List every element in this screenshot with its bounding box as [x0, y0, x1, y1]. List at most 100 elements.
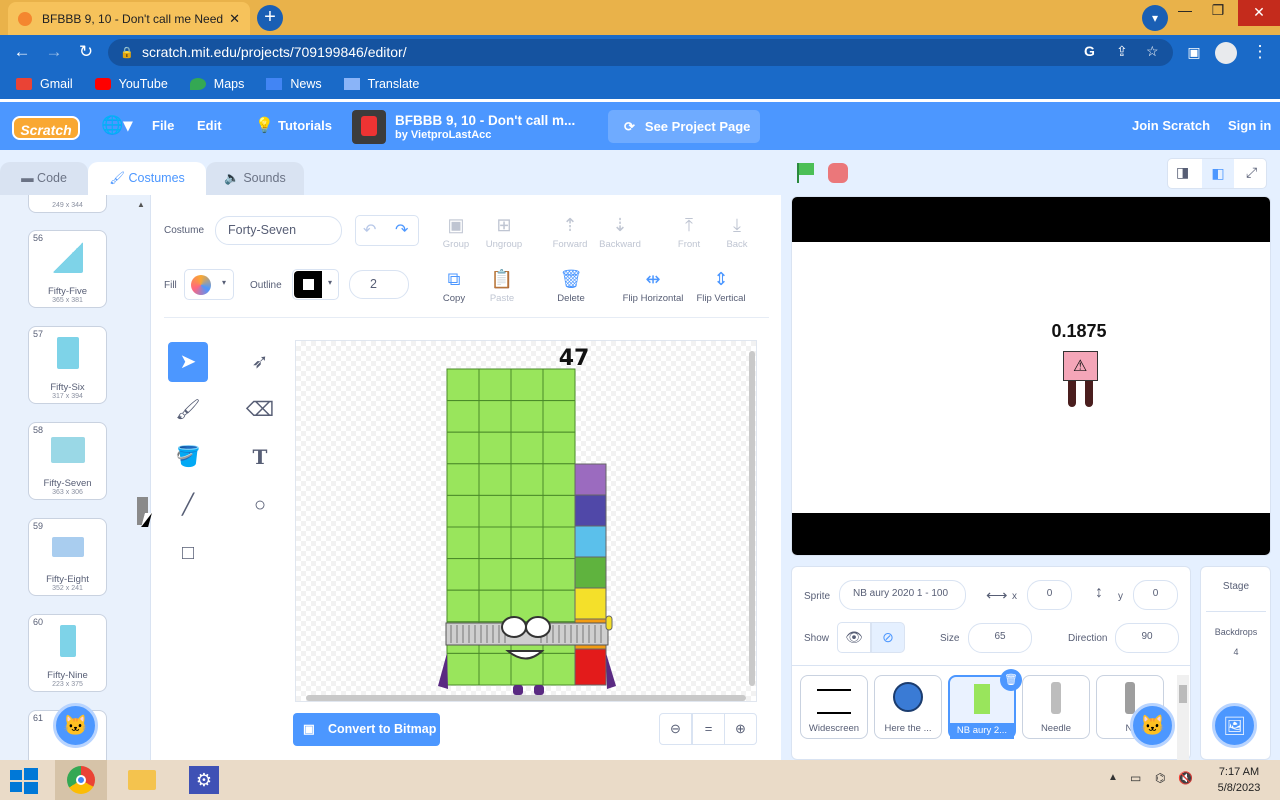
costume-item[interactable]: 60 Fifty-Nine 223 x 375	[28, 614, 107, 692]
edit-menu[interactable]: Edit	[197, 118, 222, 133]
sprite-list-scrollbar[interactable]	[1177, 675, 1189, 761]
sprite-tile[interactable]: Needle	[1022, 675, 1090, 739]
bookmark-translate[interactable]: Translate	[343, 77, 419, 91]
profile-avatar[interactable]	[1215, 42, 1237, 64]
join-scratch-link[interactable]: Join Scratch	[1132, 118, 1210, 133]
sprite-tile[interactable]: Here the ...	[874, 675, 942, 739]
close-tab-icon[interactable]: ✕	[229, 11, 240, 27]
costume-item[interactable]: 59 Fifty-Eight 352 x 241	[28, 518, 107, 596]
ungroup-button[interactable]: ⊞ Ungroup	[476, 213, 532, 250]
sign-in-link[interactable]: Sign in	[1228, 118, 1271, 133]
stage-canvas[interactable]: 0.1875 ⚠	[791, 196, 1271, 556]
select-tool[interactable]: ➤	[168, 342, 208, 382]
paste-button[interactable]: 📋 Paste	[474, 267, 530, 304]
tab-costumes[interactable]: 🖌 Costumes	[88, 162, 206, 195]
see-project-page-button[interactable]: ⟳ See Project Page	[608, 110, 760, 143]
minimize-button[interactable]: —	[1170, 2, 1200, 22]
outline-color-picker[interactable]: ▾	[292, 269, 339, 300]
convert-to-bitmap-button[interactable]: ▣ Convert to Bitmap	[293, 713, 440, 746]
hide-eye-icon[interactable]: ⊘	[871, 622, 905, 653]
redo-icon[interactable]: ↷	[395, 220, 408, 240]
bookmark-gmail[interactable]: Gmail	[16, 77, 73, 91]
browser-menu-icon[interactable]: ⋮	[1250, 43, 1270, 61]
sprite-tile[interactable]: Widescreen	[800, 675, 868, 739]
zoom-reset-button[interactable]: =	[692, 713, 725, 745]
size-input[interactable]: 65	[968, 623, 1032, 653]
restore-button[interactable]: ❐	[1203, 2, 1233, 22]
zoom-in-button[interactable]: ⊕	[724, 713, 757, 745]
costume-item[interactable]: 57 Fifty-Six 317 x 394	[28, 326, 107, 404]
rectangle-tool[interactable]: □	[168, 533, 208, 573]
delete-sprite-icon[interactable]: 🗑	[1000, 669, 1022, 691]
network-icon[interactable]: ▭	[1130, 771, 1141, 785]
clock-time[interactable]: 7:17 AM	[1204, 766, 1274, 778]
windows-start-icon[interactable]	[10, 768, 38, 794]
tab-search-button[interactable]: ▾	[1142, 5, 1168, 31]
mute-speaker-icon[interactable]: 🔇	[1178, 771, 1193, 785]
fullscreen-icon[interactable]: ⤢	[1246, 164, 1257, 181]
flip-horizontal-button[interactable]: ⇹ Flip Horizontal	[616, 267, 690, 304]
eraser-tool[interactable]: ⌫	[240, 390, 280, 430]
text-tool[interactable]: T	[240, 437, 280, 477]
chrome-taskbar-button[interactable]	[55, 760, 107, 800]
costume-item[interactable]: 56 Fifty-Five 365 x 381	[28, 230, 107, 308]
costume-name-input[interactable]: Forty-Seven	[215, 216, 342, 245]
choose-costume-button[interactable]: 🐱	[53, 703, 98, 748]
forward-button[interactable]: ⇡ Forward	[542, 213, 598, 250]
settings-taskbar-button[interactable]: ⚙	[178, 760, 230, 800]
choose-sprite-button[interactable]: 🐱	[1130, 703, 1175, 748]
flip-vertical-button[interactable]: ⇕ Flip Vertical	[690, 267, 752, 304]
circle-tool[interactable]: ○	[240, 485, 280, 525]
close-window-button[interactable]: ✕	[1238, 0, 1280, 26]
stop-icon[interactable]	[828, 163, 848, 183]
fill-color-picker[interactable]: ▾	[184, 269, 234, 300]
clock-date[interactable]: 5/8/2023	[1204, 782, 1274, 794]
sprite-name-input[interactable]: NB aury 2020 1 - 100	[839, 580, 966, 610]
costume-list-scrollbar[interactable]	[135, 195, 150, 760]
y-input[interactable]: 0	[1133, 580, 1178, 610]
bookmark-youtube[interactable]: YouTube	[94, 77, 168, 91]
tab-sounds[interactable]: 🔈 Sounds	[206, 162, 304, 195]
paint-canvas[interactable]: 47	[295, 340, 757, 702]
scratch-logo[interactable]: Scratch	[12, 116, 80, 140]
language-globe-icon[interactable]: 🌐▾	[101, 115, 132, 136]
choose-backdrop-button[interactable]: 🖼	[1212, 703, 1257, 748]
reshape-tool[interactable]: ➶	[240, 342, 280, 382]
outline-width-input[interactable]: 2	[349, 270, 409, 299]
costume-item[interactable]: 249 x 344	[28, 195, 107, 213]
direction-input[interactable]: 90	[1115, 623, 1179, 653]
bookmark-news[interactable]: News	[266, 77, 322, 91]
fill-tool[interactable]: 🪣	[168, 437, 208, 477]
back-arrow-icon[interactable]: ←	[12, 43, 32, 61]
tab-code[interactable]: ▬ Code	[0, 162, 88, 195]
wifi-icon[interactable]: ⌬	[1155, 771, 1165, 785]
forward-arrow-icon[interactable]: →	[44, 43, 64, 61]
share-icon[interactable]: ⇪	[1116, 43, 1128, 60]
scroll-up-arrow-icon[interactable]: ▲	[137, 200, 145, 209]
zoom-out-button[interactable]: ⊖	[659, 713, 692, 745]
green-flag-icon[interactable]	[796, 163, 814, 183]
bookmark-star-icon[interactable]: ☆	[1146, 43, 1159, 60]
bookmark-maps[interactable]: Maps	[189, 77, 244, 91]
new-tab-button[interactable]: +	[257, 5, 283, 31]
backward-button[interactable]: ⇣ Backward	[592, 213, 648, 250]
x-input[interactable]: 0	[1027, 580, 1072, 610]
brush-tool[interactable]: 🖌	[168, 390, 208, 430]
address-bar[interactable]: 🔒 scratch.mit.edu/projects/709199846/edi…	[108, 39, 1173, 66]
browser-tab[interactable]: BFBBB 9, 10 - Don't call me Need ✕	[8, 2, 250, 35]
file-menu[interactable]: File	[152, 118, 174, 133]
undo-icon[interactable]: ↶	[363, 220, 376, 240]
delete-button[interactable]: 🗑 Delete	[543, 267, 599, 304]
file-explorer-button[interactable]	[116, 760, 168, 800]
costume-item[interactable]: 58 Fifty-Seven 363 x 306	[28, 422, 107, 500]
sprite-tile-selected[interactable]: NB aury 2... 🗑	[948, 669, 1022, 739]
side-panel-icon[interactable]: ▣	[1184, 43, 1204, 61]
back-button[interactable]: ⤓ Back	[709, 213, 765, 250]
normal-stage-icon[interactable]: ◧	[1202, 159, 1234, 188]
small-stage-icon[interactable]: ◨	[1176, 164, 1189, 181]
tray-chevron-up-icon[interactable]: ▲	[1108, 772, 1118, 783]
line-tool[interactable]: ╱	[168, 485, 208, 525]
tutorials-menu[interactable]: Tutorials	[278, 118, 332, 133]
google-icon[interactable]: G	[1084, 43, 1095, 59]
reload-icon[interactable]: ↻	[76, 43, 96, 61]
